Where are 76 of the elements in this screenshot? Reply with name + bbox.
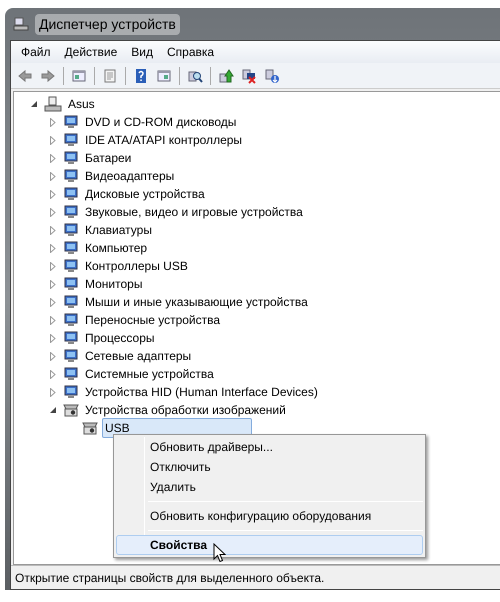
expand-arrow-icon[interactable] bbox=[50, 154, 56, 162]
expand-arrow-icon[interactable] bbox=[50, 172, 56, 180]
device-icon bbox=[62, 132, 80, 148]
context-menu-item[interactable]: Свойства bbox=[116, 535, 423, 555]
help-icon[interactable] bbox=[133, 68, 149, 84]
context-menu-item[interactable]: Обновить драйверы... bbox=[116, 437, 423, 457]
device-icon bbox=[62, 222, 80, 238]
device-icon bbox=[62, 276, 80, 292]
menu-item[interactable]: Справка bbox=[161, 42, 220, 62]
device-icon bbox=[62, 114, 80, 130]
uninstall-icon[interactable] bbox=[264, 68, 280, 84]
tree-item[interactable]: Сетевые адаптеры bbox=[83, 347, 194, 365]
tree-item[interactable]: DVD и CD-ROM дисководы bbox=[83, 113, 238, 131]
tree-item[interactable]: Дисковые устройства bbox=[83, 185, 207, 203]
tree-item[interactable]: Переносные устройства bbox=[83, 311, 222, 329]
window-title: Диспетчер устройств bbox=[35, 14, 180, 34]
tree-item[interactable]: Устройства обработки изображений bbox=[83, 401, 288, 419]
tree-item[interactable]: Мыши и иные указывающие устройства bbox=[83, 293, 310, 311]
computer-icon bbox=[43, 96, 63, 112]
menu-item[interactable]: Вид bbox=[125, 42, 159, 62]
disable-icon[interactable] bbox=[241, 68, 257, 84]
panel-icon[interactable] bbox=[156, 68, 172, 84]
tree-item[interactable]: Системные устройства bbox=[83, 365, 216, 383]
device-icon bbox=[62, 150, 80, 166]
device-icon bbox=[62, 348, 80, 364]
tree-item[interactable]: Устройства HID (Human Interface Devices) bbox=[83, 383, 320, 401]
tree-item[interactable]: Мониторы bbox=[83, 275, 144, 293]
device-icon bbox=[62, 384, 80, 400]
expand-arrow-icon[interactable] bbox=[50, 226, 56, 234]
expand-arrow-icon[interactable] bbox=[50, 208, 56, 216]
device-icon bbox=[62, 168, 80, 184]
document-icon[interactable] bbox=[102, 68, 118, 84]
device-icon bbox=[62, 204, 80, 220]
scanner-camera-icon bbox=[81, 420, 99, 436]
collapse-arrow-icon[interactable] bbox=[30, 100, 38, 108]
scanner-camera-icon bbox=[62, 402, 80, 418]
device-icon bbox=[62, 186, 80, 202]
context-menu-item[interactable]: Отключить bbox=[116, 457, 423, 477]
tree-item[interactable]: Asus bbox=[66, 95, 97, 113]
menu-item[interactable]: Действие bbox=[58, 42, 124, 62]
expand-arrow-icon[interactable] bbox=[50, 334, 56, 342]
expand-arrow-icon[interactable] bbox=[50, 262, 56, 270]
expand-arrow-icon[interactable] bbox=[50, 316, 56, 324]
expand-arrow-icon[interactable] bbox=[50, 118, 56, 126]
tree-item[interactable]: Контроллеры USB bbox=[83, 257, 190, 275]
status-text: Открытие страницы свойств для выделенного объекта. bbox=[15, 570, 324, 586]
device-icon bbox=[62, 258, 80, 274]
context-menu-item[interactable]: Удалить bbox=[116, 477, 423, 497]
device-icon bbox=[62, 330, 80, 346]
tree-item[interactable]: Батареи bbox=[83, 149, 134, 167]
tree-item[interactable]: Процессоры bbox=[83, 329, 156, 347]
forward-arrow-icon[interactable] bbox=[40, 68, 56, 84]
device-manager-icon bbox=[13, 16, 29, 32]
device-icon bbox=[62, 366, 80, 382]
expand-arrow-icon[interactable] bbox=[50, 136, 56, 144]
panel-icon[interactable] bbox=[71, 68, 87, 84]
context-menu-item[interactable]: Обновить конфигурацию оборудования bbox=[116, 506, 423, 526]
tree-item[interactable]: Клавиатуры bbox=[83, 221, 154, 239]
expand-arrow-icon[interactable] bbox=[50, 244, 56, 252]
device-icon bbox=[62, 312, 80, 328]
expand-arrow-icon[interactable] bbox=[50, 280, 56, 288]
tree-item[interactable]: IDE ATA/ATAPI контроллеры bbox=[83, 131, 244, 149]
expand-arrow-icon[interactable] bbox=[50, 388, 56, 396]
device-icon bbox=[62, 294, 80, 310]
expand-arrow-icon[interactable] bbox=[50, 298, 56, 306]
update-icon[interactable] bbox=[218, 68, 234, 84]
expand-arrow-icon[interactable] bbox=[50, 190, 56, 198]
tree-item[interactable]: Компьютер bbox=[83, 239, 150, 257]
tree-item[interactable]: Видеоадаптеры bbox=[83, 167, 176, 185]
expand-arrow-icon[interactable] bbox=[50, 352, 56, 360]
device-icon bbox=[62, 240, 80, 256]
menu-item[interactable]: Файл bbox=[15, 42, 57, 62]
expand-arrow-icon[interactable] bbox=[50, 370, 56, 378]
back-arrow-icon[interactable] bbox=[17, 68, 33, 84]
collapse-arrow-icon[interactable] bbox=[50, 406, 56, 414]
tree-item[interactable]: Звуковые, видео и игровые устройства bbox=[83, 203, 305, 221]
